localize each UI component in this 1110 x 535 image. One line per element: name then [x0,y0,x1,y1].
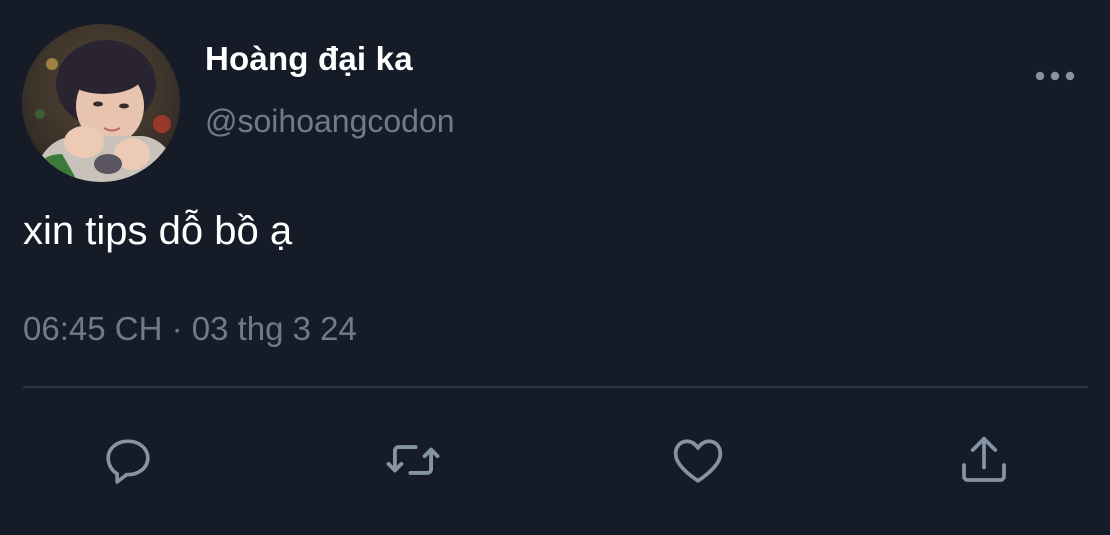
reply-icon [106,439,150,484]
share-icon [962,436,1006,482]
like-button[interactable] [666,428,730,492]
more-options-button[interactable] [1032,64,1078,88]
avatar[interactable] [22,24,180,182]
tweet-text: xin tips dỗ bồ ạ [23,209,293,253]
avatar-image [22,24,180,182]
retweet-button[interactable] [381,428,445,492]
share-button[interactable] [952,428,1016,492]
divider [23,386,1088,388]
user-handle[interactable]: @soihoangcodon [205,103,455,140]
display-name[interactable]: Hoàng đại ka [205,40,413,78]
retweet-icon [386,445,440,475]
tweet-timestamp[interactable]: 06:45 CH · 03 thg 3 24 [23,310,357,348]
reply-button[interactable] [96,428,160,492]
more-horizontal-icon [1035,71,1075,81]
heart-icon [673,439,723,483]
